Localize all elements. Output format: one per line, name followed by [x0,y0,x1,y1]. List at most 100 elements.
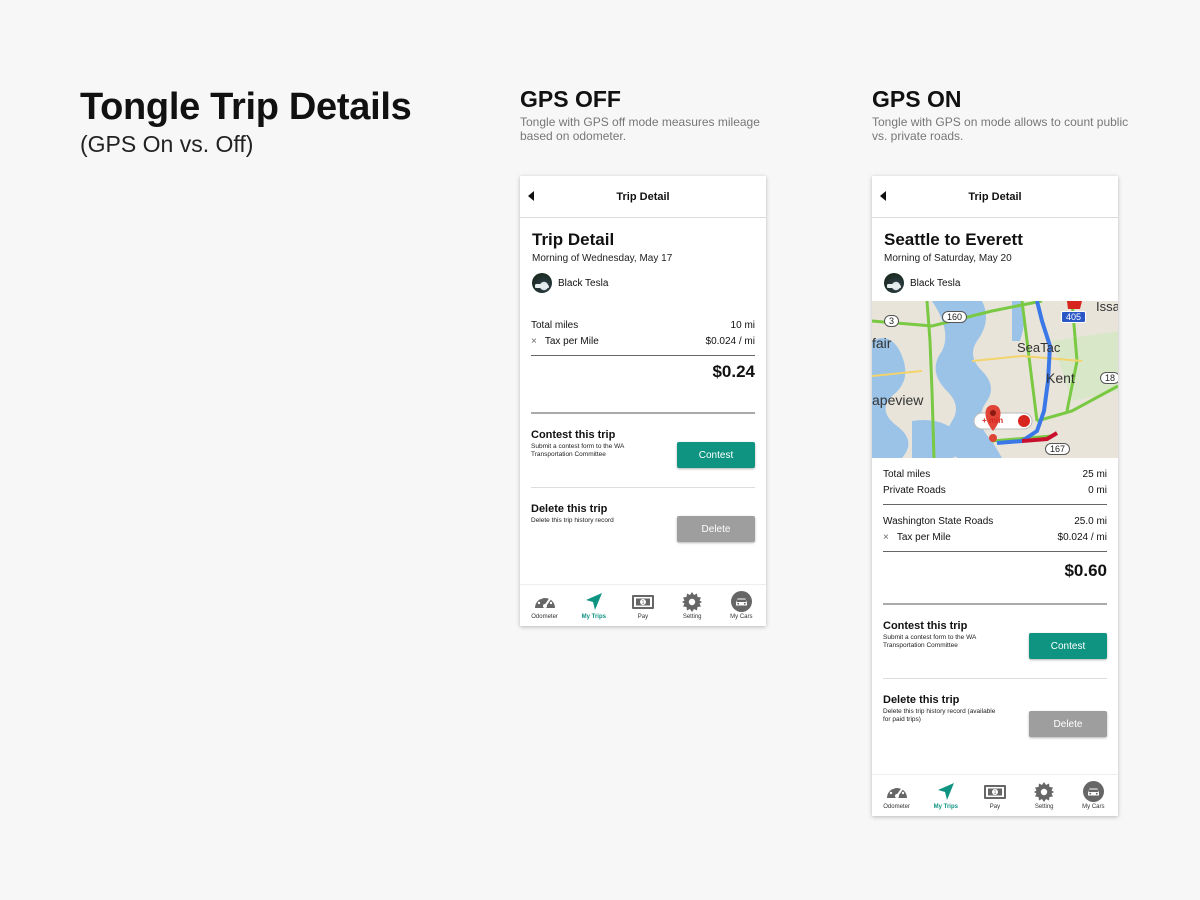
nav-label: Setting [682,614,702,620]
page-title: Tongle Trip Details [80,86,412,128]
delete-section: Delete this trip Delete this trip histor… [872,694,1118,744]
money-icon: 1 [983,782,1006,801]
row-value: 25 mi [1082,468,1107,480]
top-bar: Trip Detail [520,176,766,218]
gps-on-phone-screen: Trip Detail Seattle to Everett Morning o… [872,176,1118,816]
row-value: 25.0 mi [1074,515,1107,527]
car-avatar [884,273,904,293]
multiply-icon: × [531,335,537,347]
route-badge: + min [982,416,1004,425]
nav-odometer[interactable]: Odometer [873,775,921,816]
trip-total: $0.24 [712,362,755,381]
nav-label: My Trips [581,614,606,620]
nav-label: Odometer [531,614,558,620]
nav-label: Setting [1034,804,1054,810]
map-place-label: apeview [872,392,924,408]
delete-button[interactable]: Delete [677,516,755,542]
contest-button[interactable]: Contest [677,442,755,468]
row-label: Total miles [883,468,931,480]
page-subtitle: (GPS On vs. Off) [80,131,254,157]
state-roads-row: Washington State Roads 25.0 mi [872,513,1118,529]
delete-description: Delete this trip history record [531,517,614,524]
nav-label: Odometer [883,804,910,810]
map-place-label: Issa [1096,301,1118,314]
navigation-arrow-icon [935,782,957,801]
car-avatar [532,273,552,293]
row-label: Washington State Roads [883,515,994,527]
multiply-icon: × [883,531,889,543]
nav-label: My Trips [933,804,958,810]
road-shield: 18 [1100,372,1118,384]
delete-description: Delete this trip history record (availab… [883,708,996,723]
nav-label: My Cars [730,614,753,620]
row-value: 0 mi [1088,484,1107,496]
odometer-icon [534,592,556,611]
gps-off-description: Tongle with GPS off mode measures mileag… [520,115,760,143]
delete-title: Delete this trip [531,503,608,515]
map-place-label: SeaTac [1017,340,1061,355]
contest-button[interactable]: Contest [1029,633,1107,659]
gps-on-header: GPS ON Tongle with GPS on mode allows to… [872,86,1132,143]
topbar-title: Trip Detail [968,190,1022,203]
nav-pay[interactable]: 1 Pay [971,775,1019,816]
nav-label: Pay [989,804,1001,810]
nav-my-trips[interactable]: My Trips [570,585,618,626]
delete-section: Delete this trip Delete this trip histor… [520,503,766,553]
contest-section: Contest this trip Submit a contest form … [520,429,766,487]
row-label: Total miles [531,319,579,331]
total-miles-row: Total miles 25 mi [872,466,1118,482]
nav-setting[interactable]: Setting [668,585,716,626]
nav-my-cars[interactable]: My Cars [717,585,765,626]
contest-description: Submit a contest form to the WA Transpor… [531,443,624,458]
road-shield: 3 [884,315,900,327]
nav-my-trips[interactable]: My Trips [922,775,970,816]
trip-date: Morning of Saturday, May 20 [884,253,1012,264]
delete-title: Delete this trip [883,694,960,706]
delete-button[interactable]: Delete [1029,711,1107,737]
tax-label: Tax per Mile [544,335,599,347]
gear-icon [681,591,703,612]
nav-label: My Cars [1082,804,1105,810]
odometer-icon [886,782,908,801]
car-name: Black Tesla [910,277,961,289]
gear-icon [1033,781,1055,802]
gps-off-phone-screen: Trip Detail Trip Detail Morning of Wedne… [520,176,766,626]
tax-value: $0.024 / mi [705,335,755,347]
tax-label: Tax per Mile [896,531,951,543]
contest-description: Submit a contest form to the WA Transpor… [883,634,976,649]
map-place-label: fair [872,335,892,351]
svg-text:1: 1 [994,790,997,796]
nav-setting[interactable]: Setting [1020,775,1068,816]
bottom-nav: Odometer My Trips 1 Pay Setting My Cars [872,774,1118,816]
trip-date: Morning of Wednesday, May 17 [532,253,673,264]
topbar-title: Trip Detail [616,190,670,203]
trip-title: Seattle to Everett [884,230,1023,249]
map-place-label: Kent [1046,370,1075,386]
back-arrow-icon[interactable] [880,191,886,201]
nav-odometer[interactable]: Odometer [521,585,569,626]
svg-text:1: 1 [642,600,645,606]
total-miles-row: Total miles 10 mi [520,317,766,333]
car-name: Black Tesla [558,277,609,289]
tax-row: × Tax per Mile $0.024 / mi [520,333,766,349]
top-bar: Trip Detail [872,176,1118,218]
contest-title: Contest this trip [531,429,616,441]
route-map[interactable]: fair SeaTac Kent apeview Issa 3 160 405 … [872,301,1118,458]
trip-title: Trip Detail [532,230,615,249]
row-value: 10 mi [730,319,755,331]
trip-total: $0.60 [1064,561,1107,580]
car-icon [1082,781,1104,802]
nav-pay[interactable]: 1 Pay [619,585,667,626]
navigation-arrow-icon [583,592,605,611]
tax-value: $0.024 / mi [1057,531,1107,543]
road-shield: 167 [1045,443,1071,455]
bottom-nav: Odometer My Trips 1 Pay Setting My Cars [520,584,766,626]
back-arrow-icon[interactable] [528,191,534,201]
contest-section: Contest this trip Submit a contest form … [872,620,1118,678]
gps-on-description: Tongle with GPS on mode allows to count … [872,115,1129,143]
private-roads-row: Private Roads 0 mi [872,482,1118,498]
tax-row: × Tax per Mile $0.024 / mi [872,529,1118,545]
nav-my-cars[interactable]: My Cars [1069,775,1117,816]
contest-title: Contest this trip [883,620,968,632]
road-shield: 160 [942,311,968,323]
